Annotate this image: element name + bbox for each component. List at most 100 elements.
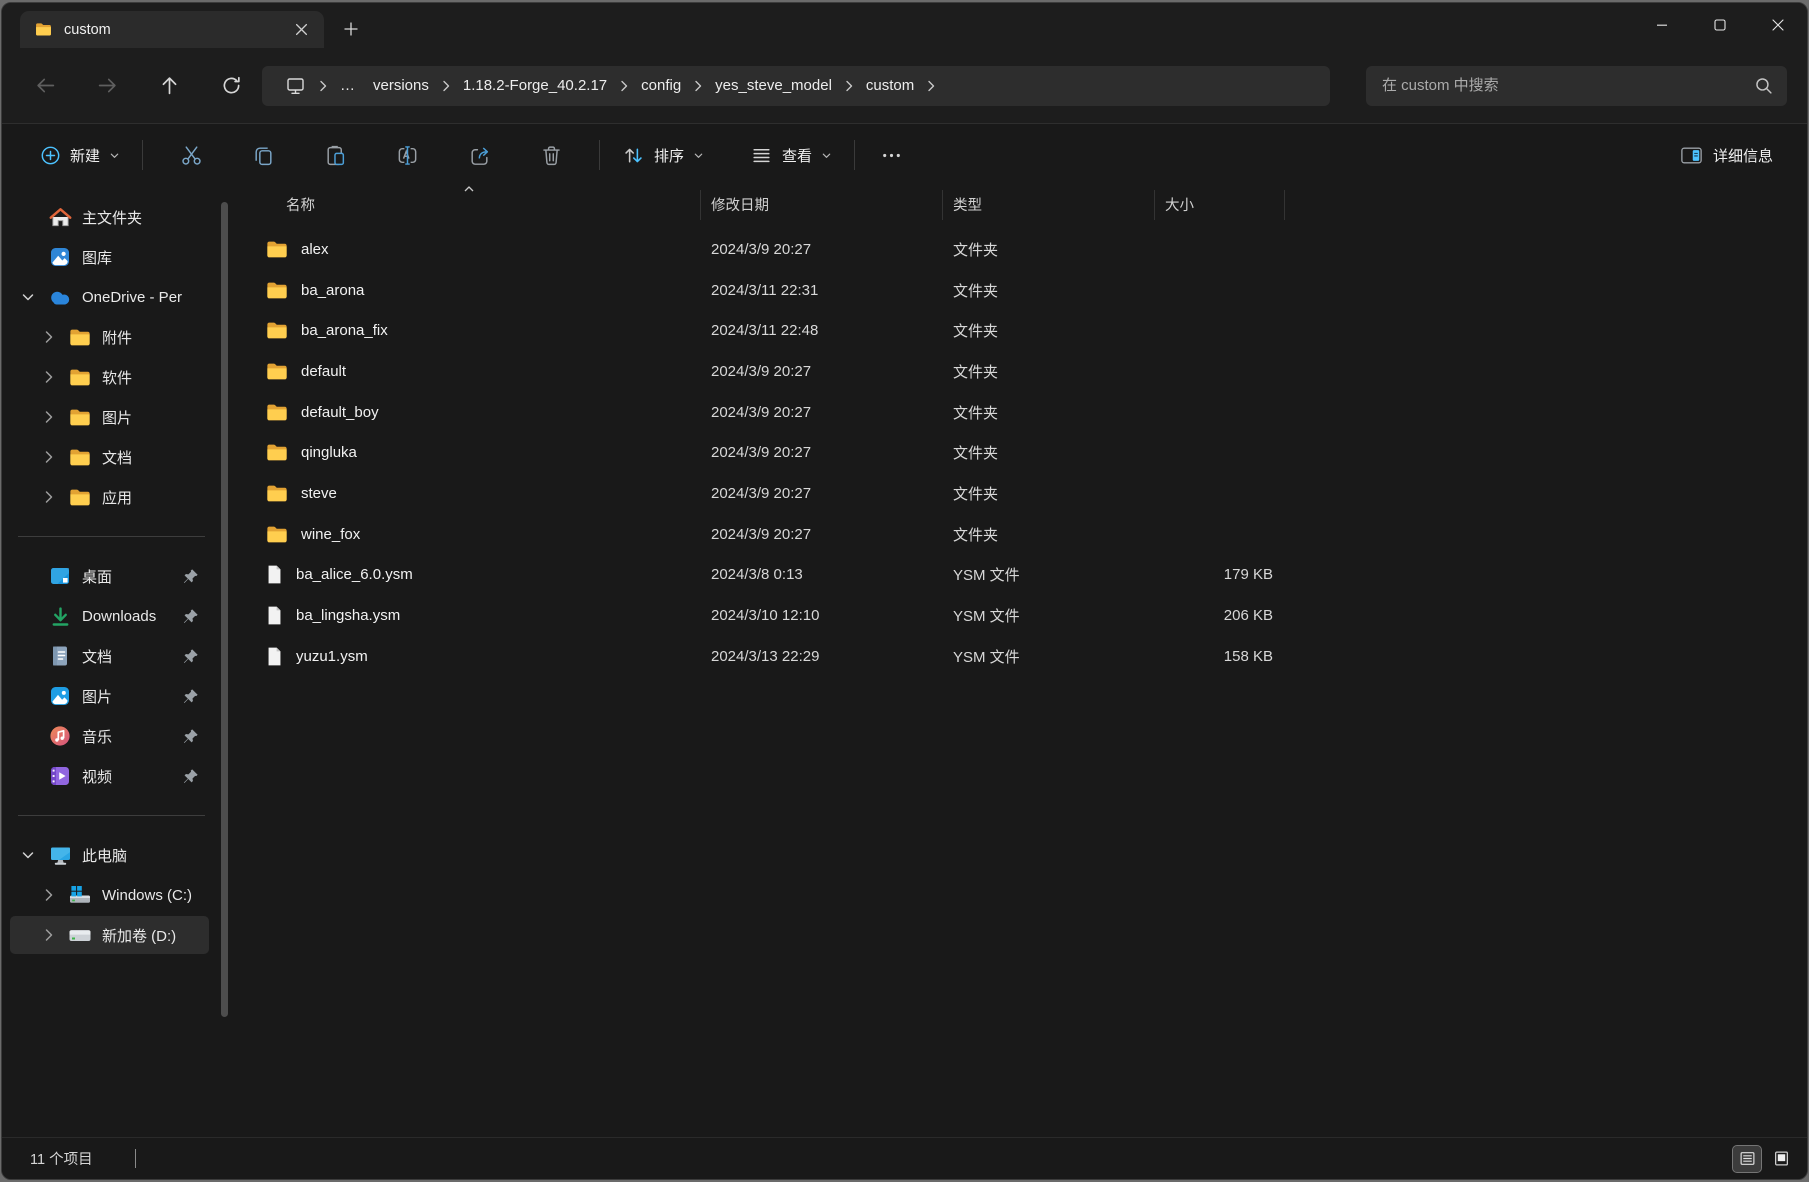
sidebar-item[interactable]: 附件 (10, 318, 209, 356)
more-button[interactable] (869, 135, 913, 175)
search-box[interactable] (1366, 66, 1787, 106)
pc-icon (48, 843, 72, 867)
scrollbar-thumb[interactable] (221, 202, 228, 1017)
file-row[interactable]: qingluka 2024/3/9 20:27 文件夹 (237, 432, 1807, 473)
new-tab-button[interactable] (334, 14, 368, 44)
sidebar-item[interactable]: 应用 (10, 478, 209, 516)
folder-icon (266, 362, 288, 381)
share-button[interactable] (457, 135, 501, 175)
sidebar-item[interactable]: Downloads (10, 597, 209, 635)
tab-close-icon[interactable] (288, 17, 314, 43)
file-type: 文件夹 (943, 483, 1155, 504)
breadcrumb-item[interactable]: yes_steve_model (706, 73, 841, 98)
chevron-down-icon[interactable] (21, 290, 35, 304)
search-input[interactable] (1382, 77, 1754, 94)
breadcrumb-root-this-pc[interactable] (276, 72, 315, 100)
breadcrumb-item[interactable]: … (331, 73, 364, 98)
column-header[interactable]: 类型 (943, 190, 1155, 220)
download-icon (48, 604, 72, 628)
view-button[interactable]: 查看 (740, 136, 842, 175)
folder-icon (266, 525, 288, 544)
sidebar-divider (18, 536, 205, 537)
file-name: steve (301, 485, 337, 502)
sidebar-item[interactable]: 桌面 (10, 557, 209, 595)
forward-button[interactable] (88, 68, 126, 104)
breadcrumb-item[interactable]: custom (857, 73, 923, 98)
chevron-right-icon[interactable] (43, 409, 54, 425)
cut-button[interactable] (169, 135, 213, 175)
navigation-bar: …versions 1.18.2-Forge_40.2.17 config yes_s… (2, 48, 1807, 123)
chevron-down-icon[interactable] (21, 848, 35, 862)
sidebar-item[interactable]: 此电脑 (10, 836, 209, 874)
sidebar-item[interactable]: 图库 (10, 238, 209, 276)
chevron-down-icon (821, 150, 832, 161)
file-date: 2024/3/9 20:27 (701, 485, 943, 502)
file-size: 158 KB (1155, 648, 1285, 665)
file-row[interactable]: alex 2024/3/9 20:27 文件夹 (237, 229, 1807, 270)
breadcrumb-item[interactable]: config (632, 73, 690, 98)
sidebar-item-label: OneDrive - Per (82, 289, 182, 306)
delete-button[interactable] (529, 135, 573, 175)
sidebar-item[interactable]: 主文件夹 (10, 198, 209, 236)
chevron-right-icon[interactable] (43, 489, 54, 505)
column-header[interactable]: 修改日期 (701, 190, 943, 220)
sidebar-item[interactable]: 新加卷 (D:) (10, 916, 209, 954)
sidebar-item[interactable]: 图片 (10, 398, 209, 436)
file-size: 206 KB (1155, 607, 1285, 624)
chevron-right-icon[interactable] (43, 369, 54, 385)
chevron-right-icon[interactable] (43, 887, 54, 903)
breadcrumb-item[interactable]: 1.18.2-Forge_40.2.17 (454, 73, 616, 98)
search-icon[interactable] (1754, 76, 1773, 95)
sidebar-item[interactable]: OneDrive - Per (10, 278, 209, 316)
file-name: ba_lingsha.ysm (296, 607, 400, 624)
sidebar-item[interactable]: Windows (C:) (10, 876, 209, 914)
back-button[interactable] (26, 68, 64, 104)
sidebar-item[interactable]: 视频 (10, 757, 209, 795)
minimize-button[interactable] (1633, 3, 1691, 46)
sidebar-item[interactable]: 文档 (10, 637, 209, 675)
file-row[interactable]: default_boy 2024/3/9 20:27 文件夹 (237, 392, 1807, 433)
file-row[interactable]: ba_arona 2024/3/11 22:31 文件夹 (237, 270, 1807, 311)
file-row[interactable]: steve 2024/3/9 20:27 文件夹 (237, 473, 1807, 514)
paste-button[interactable] (313, 135, 357, 175)
breadcrumb-item[interactable]: versions (364, 73, 438, 98)
maximize-button[interactable] (1691, 3, 1749, 46)
column-header[interactable]: 名称 (237, 190, 701, 220)
column-header[interactable]: 大小 (1155, 190, 1285, 220)
large-icons-view-button[interactable] (1767, 1146, 1795, 1172)
address-bar[interactable]: …versions 1.18.2-Forge_40.2.17 config yes_s… (262, 66, 1330, 106)
file-type: YSM 文件 (943, 646, 1155, 667)
file-row[interactable]: default 2024/3/9 20:27 文件夹 (237, 351, 1807, 392)
close-button[interactable] (1749, 3, 1807, 46)
refresh-button[interactable] (212, 68, 250, 104)
explorer-tab[interactable]: custom (20, 11, 324, 48)
chevron-right-icon[interactable] (43, 449, 54, 465)
file-name: yuzu1.ysm (296, 648, 368, 665)
sidebar-item-label: 图库 (82, 247, 112, 268)
sidebar-item-label: Downloads (82, 608, 156, 625)
file-row[interactable]: yuzu1.ysm 2024/3/13 22:29 YSM 文件 158 KB (237, 636, 1807, 677)
file-row[interactable]: ba_alice_6.0.ysm 2024/3/8 0:13 YSM 文件 17… (237, 555, 1807, 596)
file-row[interactable]: ba_arona_fix 2024/3/11 22:48 文件夹 (237, 310, 1807, 351)
sidebar-item-label: 附件 (102, 327, 132, 348)
sidebar-item[interactable]: 文档 (10, 438, 209, 476)
sidebar-scrollbar[interactable] (217, 186, 237, 1137)
rename-button[interactable] (385, 135, 429, 175)
chevron-right-icon[interactable] (43, 329, 54, 345)
sidebar-item[interactable]: 音乐 (10, 717, 209, 755)
file-row[interactable]: ba_lingsha.ysm 2024/3/10 12:10 YSM 文件 20… (237, 595, 1807, 636)
sort-ascending-icon (463, 185, 475, 193)
column-header-label: 类型 (953, 194, 982, 215)
status-bar: 11 个项目 (2, 1137, 1807, 1179)
copy-button[interactable] (241, 135, 285, 175)
new-button[interactable]: 新建 (30, 137, 130, 174)
chevron-right-icon[interactable] (43, 927, 54, 943)
pin-icon (182, 728, 199, 745)
up-button[interactable] (150, 68, 188, 104)
details-view-button[interactable] (1733, 1146, 1761, 1172)
sort-button[interactable]: 排序 (612, 136, 714, 175)
sidebar-item[interactable]: 软件 (10, 358, 209, 396)
details-pane-button[interactable]: 详细信息 (1670, 137, 1783, 174)
file-row[interactable]: wine_fox 2024/3/9 20:27 文件夹 (237, 514, 1807, 555)
sidebar-item[interactable]: 图片 (10, 677, 209, 715)
